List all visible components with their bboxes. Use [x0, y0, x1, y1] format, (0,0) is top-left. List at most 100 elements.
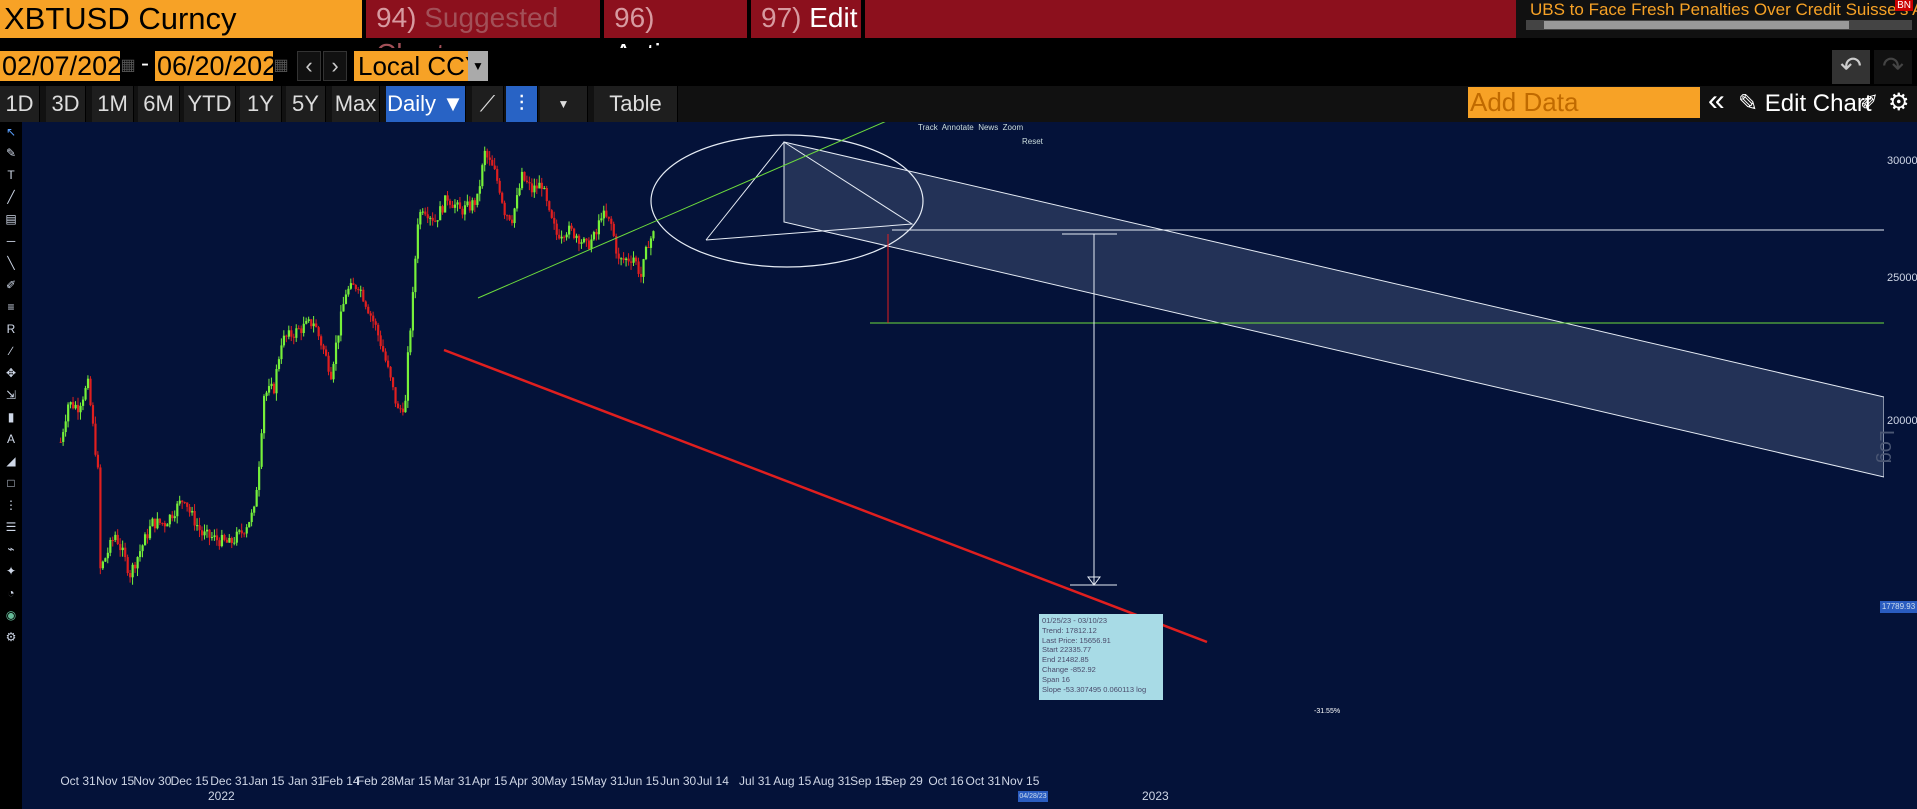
candle-body [275, 369, 278, 394]
end-date-field[interactable]: 06/20/2023 [155, 51, 292, 81]
settings-icon[interactable]: ⚙ [3, 629, 19, 645]
chart-svg[interactable] [22, 122, 1884, 772]
pen-icon[interactable]: ✎ [3, 145, 19, 161]
move-icon[interactable]: ✥ [3, 365, 19, 381]
news-scrollbar[interactable] [1526, 20, 1912, 30]
snap-icon[interactable]: ◔ [3, 585, 19, 601]
candle-body [114, 534, 117, 541]
candle-body [451, 204, 454, 208]
candle-body [630, 261, 633, 263]
reset-button[interactable]: Reset [1022, 137, 1043, 146]
next-period-button[interactable]: › [323, 51, 347, 81]
range-ytd-button[interactable]: YTD [184, 86, 236, 122]
text-icon[interactable]: T [3, 167, 19, 183]
select-icon[interactable]: ⇲ [3, 387, 19, 403]
candle-body [72, 402, 75, 409]
news-headline[interactable]: UBS to Face Fresh Penalties Over Credit … [1530, 0, 1917, 20]
candle-body [503, 202, 506, 216]
fib-icon[interactable]: ≡ [3, 299, 19, 315]
news-button[interactable]: News [978, 123, 998, 132]
undo-icon[interactable]: ↶ [1832, 50, 1870, 84]
hline-icon[interactable]: ─ [3, 233, 19, 249]
price-chart[interactable] [22, 122, 1884, 772]
candle-body [627, 258, 630, 262]
color-palette-icon[interactable]: ◉ [3, 607, 19, 623]
chart-type-dropdown-icon[interactable]: ▼ [540, 86, 588, 122]
candle-body [617, 253, 620, 259]
tooltip-line: Trend: 17812.12 [1042, 625, 1097, 635]
shape-icon[interactable]: ◢ [3, 453, 19, 469]
frequency-select[interactable]: Daily ▼ [386, 86, 466, 122]
range-6m-button[interactable]: 6M [138, 86, 180, 122]
candlestick-icon[interactable]: ⫶ [506, 86, 538, 122]
pointer-icon[interactable]: ↖ [3, 124, 19, 140]
year-label: 2022 [208, 789, 235, 803]
line-icon[interactable]: ╱ [3, 189, 19, 205]
candle-body [357, 289, 360, 291]
range-3d-button[interactable]: 3D [46, 86, 86, 122]
grid-icon[interactable]: ⋮ [3, 497, 19, 513]
candle-body [287, 330, 290, 337]
candle-body [141, 545, 144, 552]
menu-number: 96) [614, 2, 655, 33]
level-marker: -31.55% [1314, 708, 1341, 715]
calendar-icon[interactable]: ▦ [120, 52, 136, 80]
range-1y-button[interactable]: 1Y [240, 86, 282, 122]
annotate-button[interactable]: Annotate [942, 123, 974, 132]
line-chart-icon[interactable]: ⟋ [472, 86, 504, 122]
candle-body [228, 537, 231, 543]
candle-body [414, 258, 417, 293]
track-button[interactable]: Track [918, 123, 938, 132]
x-tick-label: Dec 31 [210, 774, 249, 788]
x-tick-label: Mar 31 [433, 774, 472, 788]
candle-body [171, 514, 174, 519]
x-tick-label: Feb 28 [356, 774, 395, 788]
range-1m-button[interactable]: 1M [92, 86, 134, 122]
trend-icon[interactable]: ╲ [3, 255, 19, 271]
candle-body [449, 200, 452, 205]
list-icon[interactable]: ☰ [3, 519, 19, 535]
regression-icon[interactable]: R [3, 321, 19, 337]
add-data-input[interactable]: Add Data [1468, 87, 1700, 118]
edit-chart-button[interactable]: ✎ Edit Chart [1738, 86, 1872, 122]
zoom-button[interactable]: Zoom [1003, 123, 1023, 132]
trash-icon[interactable]: ▮ [3, 409, 19, 425]
rectangle-icon[interactable]: □ [3, 475, 19, 491]
actions-menu[interactable]: 96) Actions ▼ [604, 0, 747, 69]
annotate-icon[interactable]: ✐ [1860, 90, 1878, 116]
text-box-icon[interactable]: A [3, 431, 19, 447]
stamp-icon[interactable]: ✦ [3, 563, 19, 579]
candle-body [649, 238, 653, 248]
security-ticker[interactable]: XBTUSD Curncy [0, 0, 362, 38]
chevron-down-icon[interactable]: ▼ [468, 51, 488, 81]
date-marker: 04/28/23 [1018, 791, 1048, 802]
collapse-icon[interactable]: « [1708, 84, 1725, 118]
edit-menu[interactable]: 97) Edit ▼ [751, 0, 861, 66]
range-max-button[interactable]: Max [332, 86, 380, 122]
table-button[interactable]: Table [594, 86, 678, 122]
x-tick-label: Jan 15 [248, 774, 285, 788]
range-1d-button[interactable]: 1D [0, 86, 40, 122]
candle-body [463, 205, 467, 215]
redo-icon[interactable]: ↷ [1874, 50, 1912, 84]
channel-icon[interactable]: ▤ [3, 211, 19, 227]
y-tick-label: 20000 [1887, 415, 1917, 428]
candle-body [520, 171, 524, 189]
prev-period-button[interactable]: ‹ [297, 51, 321, 81]
gear-icon[interactable]: ⚙ [1888, 88, 1910, 117]
y-tick-label: 25000 [1887, 272, 1917, 285]
freehand-icon[interactable]: ∕ [3, 343, 19, 359]
calendar-icon[interactable]: ▦ [273, 52, 289, 80]
scroll-thumb[interactable] [1544, 21, 1849, 29]
x-tick-label: Jun 15 [622, 774, 659, 788]
magnet-icon[interactable]: ⌁ [3, 541, 19, 557]
candle-body [453, 204, 457, 208]
candle-body [431, 217, 434, 221]
candle-body [530, 183, 534, 193]
range-5y-button[interactable]: 5Y [286, 86, 326, 122]
brush-icon[interactable]: ✐ [3, 277, 19, 293]
start-date-field[interactable]: 02/07/2023 [0, 51, 137, 81]
candle-body [421, 211, 424, 213]
news-ticker[interactable]: UBS to Face Fresh Penalties Over Credit … [1516, 0, 1917, 38]
suggested-charts-menu[interactable]: 94) Suggested Charts [366, 0, 600, 69]
